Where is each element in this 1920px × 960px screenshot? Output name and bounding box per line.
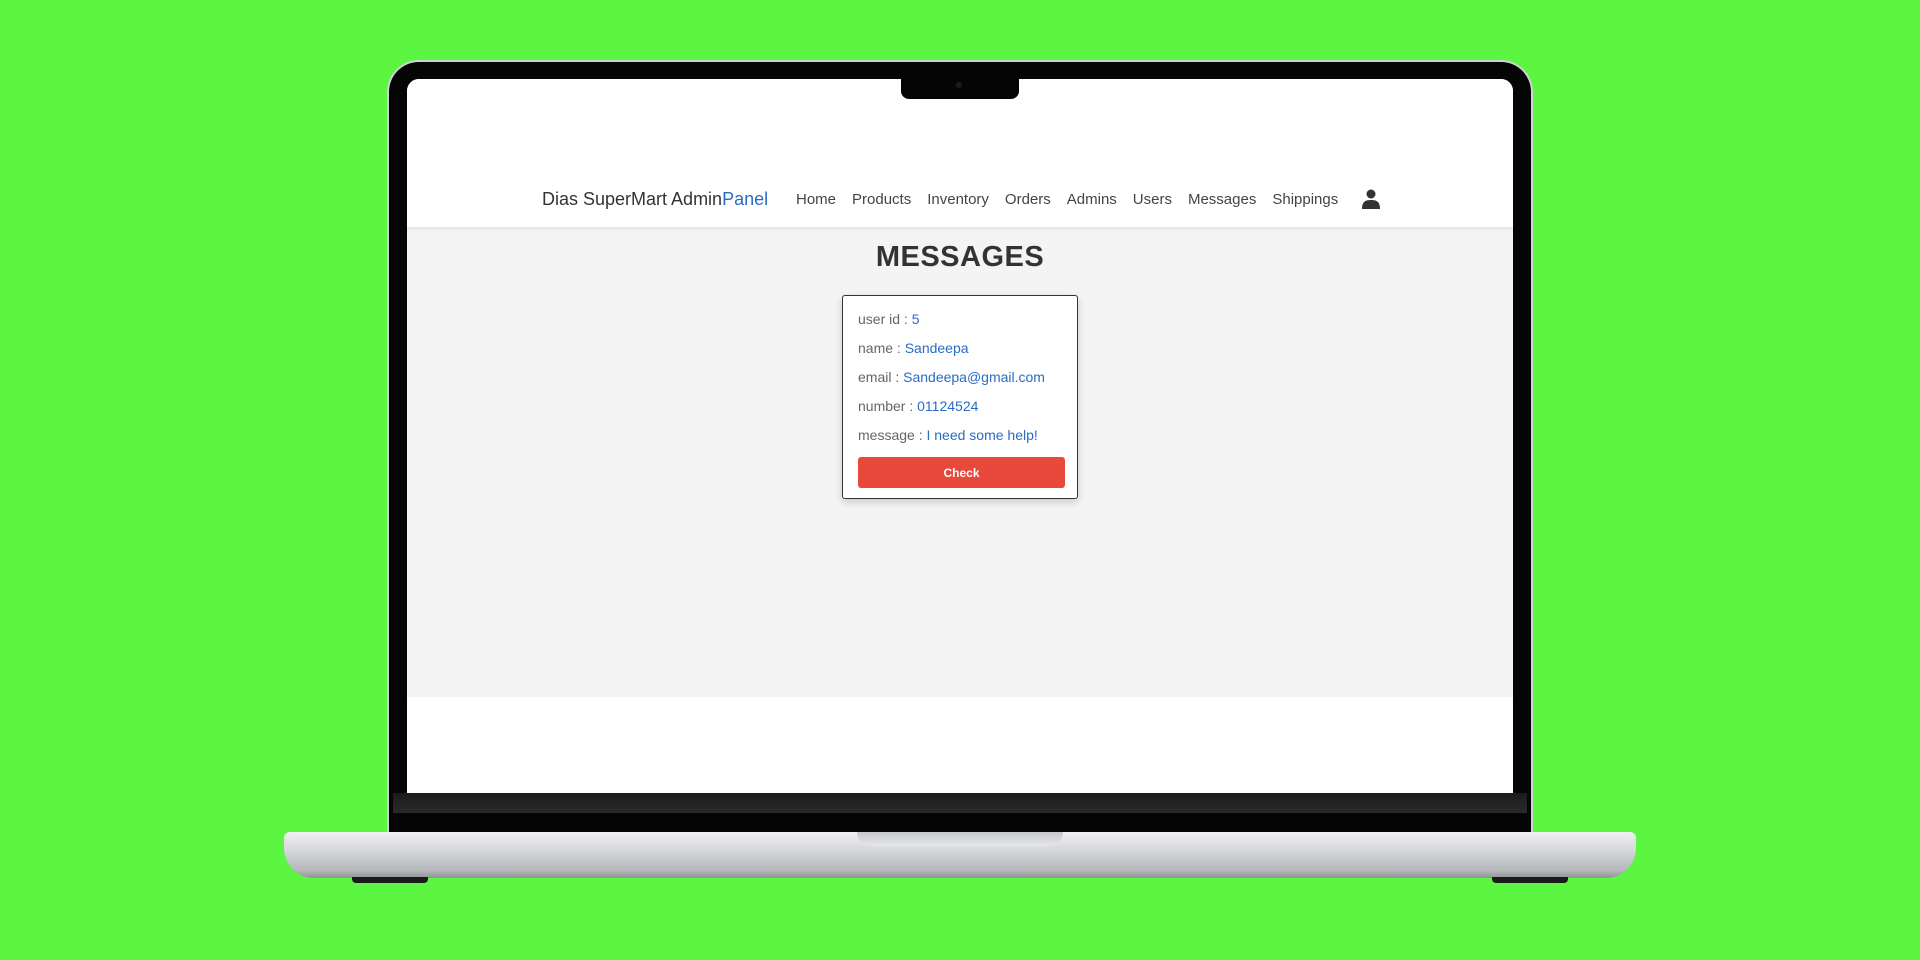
- email-label: email :: [858, 369, 904, 385]
- brand-accent-text: Panel: [722, 189, 769, 209]
- message-card: user id : 5 name : Sandeepa email : Sand…: [842, 295, 1078, 499]
- number-value: 01124524: [917, 398, 979, 414]
- page-title: MESSAGES: [875, 241, 1045, 273]
- main-content: MESSAGES user id : 5 name : Sandeepa ema…: [407, 227, 1513, 697]
- nav-link-shippings[interactable]: Shippings: [1272, 191, 1338, 208]
- laptop-foot-left: [352, 877, 428, 883]
- navbar: Dias SuperMart AdminPanel Home Products …: [407, 79, 1513, 227]
- nav-links: Home Products Inventory Orders Admins Us…: [796, 191, 1338, 208]
- camera-notch: [901, 79, 1019, 99]
- check-button[interactable]: Check: [858, 457, 1065, 488]
- screen-bottom-bezel: [393, 793, 1527, 813]
- nav-link-products[interactable]: Products: [852, 191, 911, 208]
- nav-link-admins[interactable]: Admins: [1067, 191, 1117, 208]
- laptop-foot-right: [1492, 877, 1568, 883]
- name-label: name :: [858, 340, 905, 356]
- number-row: number : 01124524: [858, 397, 1062, 426]
- message-label: message :: [858, 427, 927, 443]
- brand-logo[interactable]: Dias SuperMart AdminPanel: [542, 189, 768, 210]
- camera-icon: [956, 82, 962, 88]
- nav-link-home[interactable]: Home: [796, 191, 836, 208]
- user-id-row: user id : 5: [858, 310, 1062, 339]
- nav-link-messages[interactable]: Messages: [1188, 191, 1256, 208]
- user-id-label: user id :: [858, 311, 912, 327]
- browser-screen: Dias SuperMart AdminPanel Home Products …: [407, 79, 1513, 793]
- message-row: message : I need some help!: [858, 426, 1062, 455]
- user-icon[interactable]: [1362, 189, 1380, 209]
- email-row: email : Sandeepa@gmail.com: [858, 368, 1062, 397]
- name-row: name : Sandeepa: [858, 339, 1062, 368]
- nav-link-inventory[interactable]: Inventory: [927, 191, 989, 208]
- nav-link-users[interactable]: Users: [1133, 191, 1172, 208]
- message-value: I need some help!: [926, 427, 1038, 443]
- nav-link-orders[interactable]: Orders: [1005, 191, 1051, 208]
- email-value: Sandeepa@gmail.com: [903, 369, 1045, 385]
- laptop-base-groove: [857, 832, 1063, 846]
- number-label: number :: [858, 398, 918, 414]
- name-value: Sandeepa: [904, 340, 969, 356]
- user-id-value: 5: [911, 311, 920, 327]
- brand-main-text: Dias SuperMart Admin: [542, 189, 723, 209]
